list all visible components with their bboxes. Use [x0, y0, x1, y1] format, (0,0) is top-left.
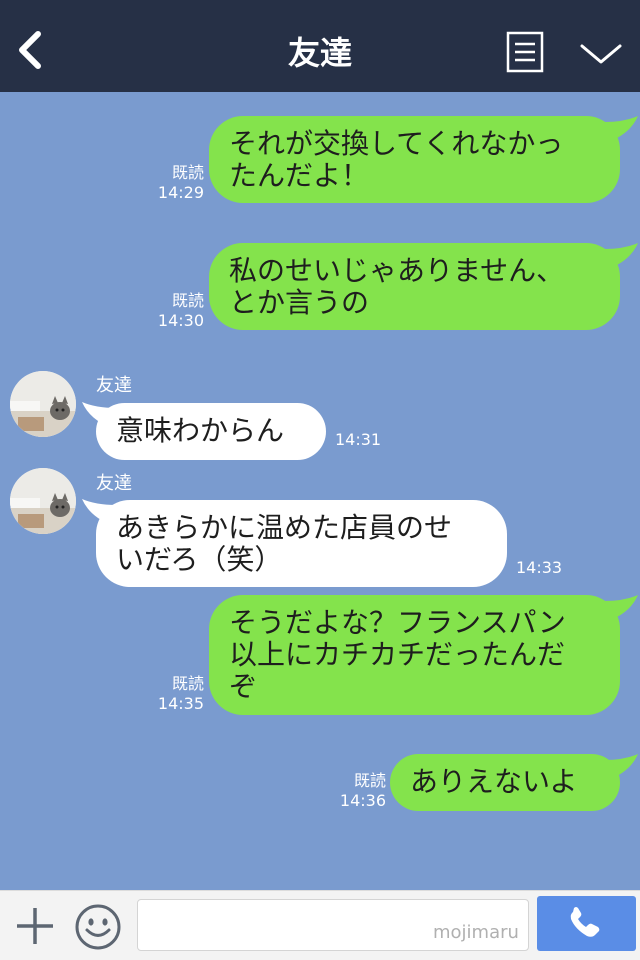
message-time: 14:36 — [339, 791, 386, 810]
chevron-down-icon — [580, 44, 622, 64]
outgoing-message[interactable]: 私のせいじゃありません、 とか言うの — [209, 243, 620, 330]
chat-area[interactable]: 既読 14:29 それが交換してくれなかっ たんだよ！ 既読 14:30 私のせ… — [0, 92, 640, 890]
message-time: 14:31 — [335, 430, 382, 449]
message-time: 14:35 — [157, 694, 204, 713]
chevron-left-icon — [19, 31, 41, 69]
plus-icon — [17, 908, 53, 944]
smiley-icon — [75, 904, 121, 950]
chat-title: 友達 — [287, 34, 352, 72]
incoming-message[interactable]: 意味わからん — [96, 403, 326, 460]
read-receipt: 既読 — [171, 674, 204, 693]
message-time: 14:29 — [157, 183, 204, 202]
emoji-button[interactable] — [74, 903, 122, 951]
read-receipt: 既読 — [171, 163, 204, 182]
message-time: 14:33 — [516, 558, 563, 577]
message-status: 既読 14:30 — [140, 291, 204, 331]
incoming-message[interactable]: あきらかに温めた店員のせ いだろ（笑） — [96, 500, 507, 587]
message-status: 既読 14:29 — [140, 163, 204, 203]
collapse-button[interactable] — [578, 38, 624, 68]
cat-photo-icon — [10, 468, 76, 534]
back-button[interactable] — [8, 26, 52, 74]
sender-name: 友達 — [96, 473, 132, 494]
watermark-text: mojimaru — [433, 922, 519, 943]
avatar[interactable] — [10, 371, 76, 437]
read-receipt: 既読 — [353, 771, 386, 790]
outgoing-message[interactable]: そうだよな？フランスパン 以上にカチカチだったんだ ぞ — [209, 595, 620, 715]
message-status: 既読 14:36 — [322, 771, 386, 811]
phone-icon — [570, 907, 600, 937]
menu-button[interactable] — [506, 31, 544, 73]
message-status: 既読 14:35 — [140, 674, 204, 714]
add-button[interactable] — [14, 905, 56, 947]
app-header: 友達 — [0, 0, 640, 92]
outgoing-message[interactable]: それが交換してくれなかっ たんだよ！ — [209, 116, 620, 203]
avatar[interactable] — [10, 468, 76, 534]
call-button[interactable] — [537, 896, 636, 951]
message-time: 14:30 — [157, 311, 204, 330]
sender-name: 友達 — [96, 375, 132, 396]
outgoing-message[interactable]: ありえないよ — [390, 754, 620, 811]
read-receipt: 既読 — [171, 291, 204, 310]
list-icon — [506, 31, 544, 73]
cat-photo-icon — [10, 371, 76, 437]
